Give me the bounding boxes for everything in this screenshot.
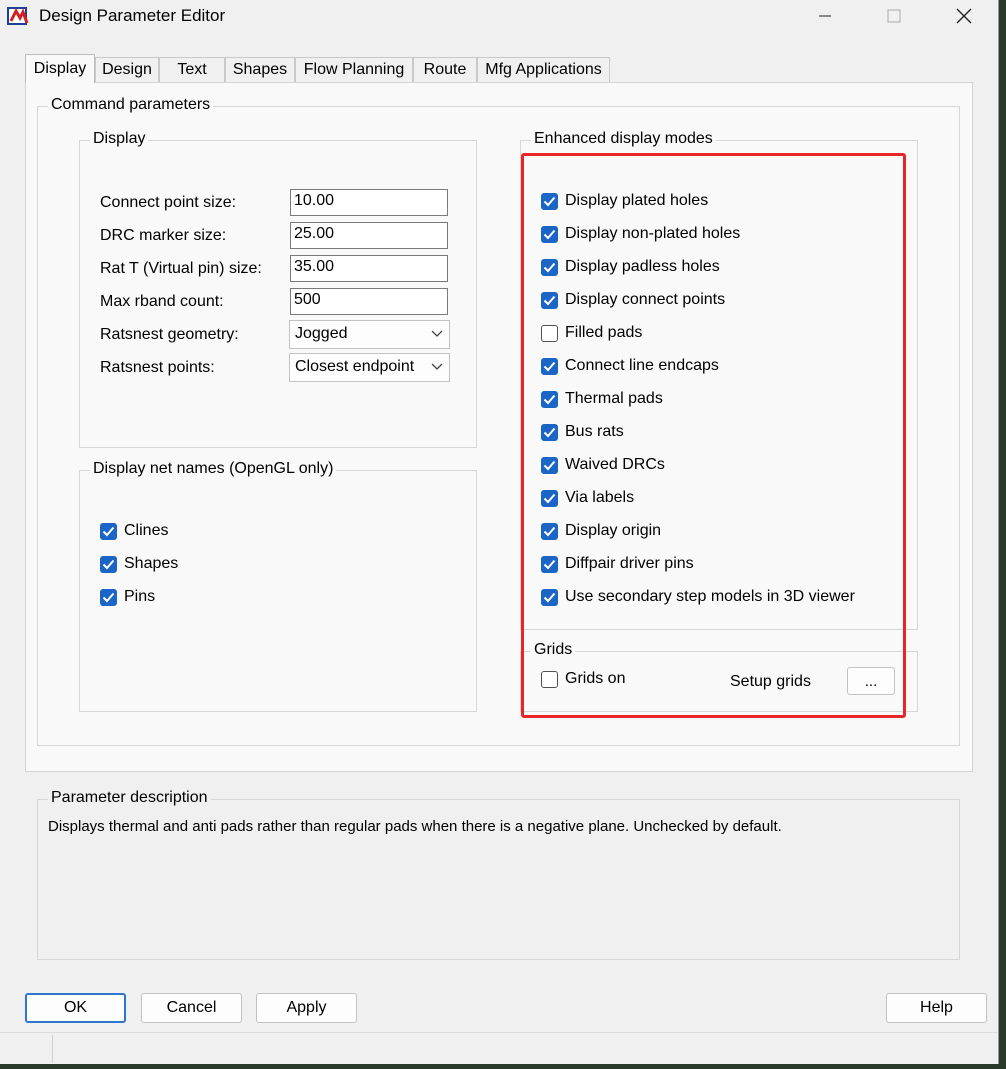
app-icon <box>7 7 29 25</box>
title-bar: Design Parameter Editor <box>0 0 998 33</box>
chevron-down-icon <box>431 363 443 370</box>
connect-point-size-input[interactable]: 10.00 <box>290 189 448 216</box>
close-icon <box>956 8 972 24</box>
rat-t-size-label: Rat T (Virtual pin) size: <box>100 260 262 277</box>
rat-t-size-input[interactable]: 35.00 <box>290 255 448 282</box>
parameter-description-group: Parameter description Displays thermal a… <box>37 789 960 960</box>
tab-flow-planning[interactable]: Flow Planning <box>295 57 413 82</box>
net-names-group-label: Display net names (OpenGL only) <box>90 460 337 478</box>
tab-design[interactable]: Design <box>95 57 159 82</box>
minimize-icon <box>819 15 831 17</box>
ratsnest-geometry-select[interactable]: Jogged <box>289 320 450 349</box>
status-bar <box>0 1032 998 1064</box>
ok-button[interactable]: OK <box>25 993 126 1023</box>
tab-text[interactable]: Text <box>159 57 225 82</box>
net-name-checkbox[interactable]: Clines <box>100 522 168 540</box>
checkbox-label: Pins <box>124 588 156 605</box>
display-group-label: Display <box>90 130 149 148</box>
cancel-button[interactable]: Cancel <box>141 993 242 1023</box>
window-title: Design Parameter Editor <box>39 6 226 25</box>
parameter-description-label: Parameter description <box>48 789 211 807</box>
checkbox-label: Shapes <box>124 555 179 572</box>
minimize-button[interactable] <box>802 0 848 32</box>
check-icon <box>102 526 115 536</box>
ratsnest-geometry-label: Ratsnest geometry: <box>100 326 239 343</box>
connect-point-size-label: Connect point size: <box>100 194 237 211</box>
status-divider <box>52 1035 53 1063</box>
chevron-down-icon <box>431 330 443 337</box>
check-icon <box>102 559 115 569</box>
checkbox-box <box>100 522 117 540</box>
parameter-description-text: Displays thermal and anti pads rather th… <box>48 818 782 835</box>
help-button[interactable]: Help <box>886 993 987 1023</box>
ratsnest-points-value: Closest endpoint <box>295 358 415 375</box>
maximize-icon <box>887 9 901 23</box>
tab-display[interactable]: Display <box>25 54 95 83</box>
tab-shapes[interactable]: Shapes <box>225 57 295 82</box>
enhanced-display-group-label: Enhanced display modes <box>531 130 716 148</box>
tab-route[interactable]: Route <box>413 57 477 82</box>
command-parameters-label: Command parameters <box>48 96 214 114</box>
drc-marker-size-label: DRC marker size: <box>100 227 227 244</box>
maximize-button[interactable] <box>871 0 917 32</box>
dialog-window: Design Parameter Editor Display Design T… <box>0 0 999 1064</box>
drc-marker-size-input[interactable]: 25.00 <box>290 222 448 249</box>
max-rband-count-label: Max rband count: <box>100 293 224 310</box>
tab-mfg-applications[interactable]: Mfg Applications <box>477 57 610 82</box>
check-icon <box>102 592 115 602</box>
net-name-checkbox[interactable]: Shapes <box>100 555 178 573</box>
ratsnest-geometry-value: Jogged <box>295 325 348 342</box>
checkbox-box <box>100 555 117 573</box>
checkbox-box <box>100 588 117 606</box>
max-rband-count-input[interactable]: 500 <box>290 288 448 315</box>
highlight-rectangle <box>521 153 906 718</box>
ratsnest-points-select[interactable]: Closest endpoint <box>289 353 450 382</box>
close-button[interactable] <box>941 0 987 32</box>
checkbox-label: Clines <box>124 522 169 539</box>
ratsnest-points-label: Ratsnest points: <box>100 359 215 376</box>
apply-button[interactable]: Apply <box>256 993 357 1023</box>
net-name-checkbox[interactable]: Pins <box>100 588 155 606</box>
